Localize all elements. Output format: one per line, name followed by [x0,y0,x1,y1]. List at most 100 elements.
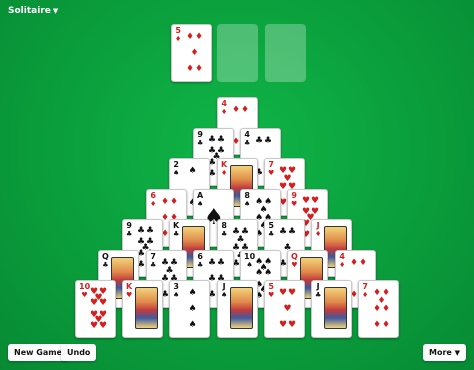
card-corner: 7 ♦ [362,282,369,300]
diamond-icon: ♦ [359,258,368,269]
diamond-icon: ♦ [186,32,195,43]
club-icon: ♣ [208,135,217,146]
pyramid-card[interactable]: J ♠ [217,280,258,338]
diamond-icon: ♦ [339,261,346,269]
undo-label: Undo [67,348,91,357]
card-rank: K [173,221,180,230]
diamond-icon: ♦ [373,304,382,314]
diamond-icon: ♦ [175,35,182,43]
card-corner: 9 ♣ [126,221,132,239]
diamond-icon: ♦ [315,230,322,238]
diamond-icon: ♦ [221,169,228,177]
card-rank: A [197,191,204,200]
card-rank: 5 [268,282,274,291]
card-rank: 7 [362,282,368,291]
card-rank: 4 [221,99,227,108]
heart-icon: ♥ [268,291,275,299]
diamond-icon: ♦ [170,197,179,208]
card-corner: 8 ♠ [244,192,251,209]
card-corner: J ♣ [315,282,321,300]
face-card-portrait [135,287,158,329]
card-rank: K [126,282,133,291]
card-corner: 5 ♣ [268,221,274,239]
diamond-icon: ♦ [161,197,170,208]
club-icon: ♣ [197,261,204,269]
club-icon: ♣ [244,139,251,147]
undo-button[interactable]: Undo [61,344,97,361]
card-rank: 9 [126,221,132,230]
card-corner: 6 ♣ [197,252,204,270]
diamond-icon: ♦ [186,63,195,74]
heart-icon: ♥ [288,319,297,330]
card-rank: 6 [197,252,203,261]
pyramid-card[interactable]: J ♣ [311,280,352,338]
heart-icon: ♥ [126,291,133,299]
pyramid-card[interactable]: 5 ♥ ♥ ♥ ♥ ♥ ♥ [264,280,305,338]
pyramid-card[interactable]: 10 ♥ ♥ ♥ ♥ ♥ ♥ ♥ ♥ ♥ ♥ ♥ [75,280,116,338]
card-corner: Q ♣ [102,252,109,270]
card-rank: 7 [150,252,156,261]
pyramid-card[interactable]: 7 ♦ ♦ ♦ ♦ ♦ ♦ ♦ ♦ [358,280,399,338]
diamond-icon: ♦ [241,105,250,116]
card-rank: 9 [197,130,203,139]
heart-icon: ♥ [90,320,99,331]
club-icon: ♣ [221,230,228,238]
card-corner: 10 ♥ [79,283,90,300]
club-icon: ♣ [288,227,297,238]
club-icon: ♣ [137,226,146,237]
more-button[interactable]: More ▼ [422,344,466,361]
pyramid-card[interactable]: K ♥ [122,280,163,338]
card-corner: 9 ♥ [291,192,297,209]
spade-icon: ♠ [173,169,180,177]
club-icon: ♣ [150,261,157,269]
club-icon: ♣ [279,227,288,238]
card-rank: J [316,282,320,291]
card-rank: 10 [244,252,256,261]
card-corner: 5 ♦ [175,27,182,44]
spade-icon: ♠ [188,319,197,330]
diamond-icon: ♦ [373,319,382,330]
heart-icon: ♥ [311,196,320,207]
diamond-icon: ♦ [350,258,359,269]
card-rank: 5 [268,221,274,230]
card-corner: K ♦ [221,161,228,178]
card-corner: 4 ♦ [339,252,346,270]
card-corner: 7 ♥ [268,160,275,178]
new-game-button[interactable]: New Game [8,344,69,361]
card-rank: 7 [268,160,274,169]
spade-icon: ♠ [197,200,204,208]
card-rank: 4 [339,252,345,261]
card-rank: 8 [221,221,227,230]
card-corner: J ♠ [221,282,227,300]
spade-icon: ♠ [264,268,273,279]
pyramid-card[interactable]: 3 ♠ ♠ ♠ ♠ [169,280,210,338]
card-rank: 4 [244,130,250,139]
card-corner: 4 ♣ [244,130,251,148]
heart-icon: ♥ [268,169,275,177]
game-menu[interactable]: Solitaire ▼ [8,6,58,16]
caret-down-icon: ▼ [52,7,59,15]
heart-icon: ♥ [291,261,298,269]
card-corner: 10 ♠ [244,252,256,270]
card-corner: 8 ♣ [221,221,228,239]
new-game-label: New Game [14,348,63,357]
spade-icon: ♠ [246,261,253,269]
card-rank: J [222,282,226,291]
card-rank: Q [102,252,109,261]
heart-icon: ♥ [90,298,99,309]
spade-icon: ♠ [244,200,251,208]
card-corner: 7 ♣ [150,252,157,270]
diamond-icon: ♦ [362,291,369,299]
heart-icon: ♥ [288,288,297,299]
empty-card-slot[interactable] [217,24,258,82]
diamond-icon: ♦ [382,304,391,314]
stock-card[interactable]: 5 ♦ ♦ ♦ ♦ ♦ ♦ [171,24,212,82]
empty-card-slot[interactable] [265,24,306,82]
card-corner: K ♣ [173,221,180,239]
diamond-icon: ♦ [221,108,228,116]
card-rank: Q [291,252,298,261]
heart-icon: ♥ [81,291,88,299]
spade-icon: ♠ [188,288,197,299]
club-icon: ♣ [197,139,204,147]
card-corner: J ♦ [315,222,322,239]
